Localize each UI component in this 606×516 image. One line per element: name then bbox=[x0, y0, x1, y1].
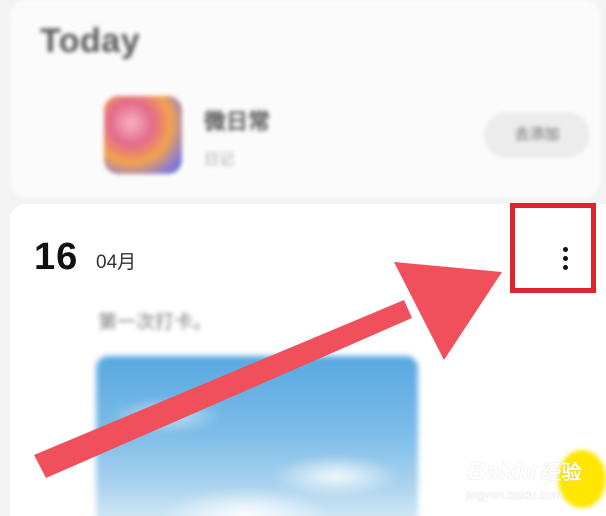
app-icon[interactable] bbox=[104, 96, 182, 174]
today-card: Today 微日常 日记 去添加 bbox=[10, 0, 600, 198]
app-subtitle: 日记 bbox=[204, 151, 235, 168]
more-options-button[interactable] bbox=[540, 236, 590, 282]
more-vertical-icon bbox=[540, 236, 590, 282]
app-action-button[interactable]: 去添加 bbox=[484, 112, 590, 158]
screenshot-canvas: Today 微日常 日记 去添加 16 04月 第一次打卡。 Baidu 经验 j… bbox=[0, 0, 606, 516]
entry-day: 16 bbox=[34, 236, 79, 278]
entry-month: 04月 bbox=[96, 252, 137, 273]
entry-photo[interactable] bbox=[96, 356, 418, 516]
today-title: Today bbox=[40, 22, 141, 60]
entry-text[interactable]: 第一次打卡。 bbox=[98, 307, 212, 334]
app-name: 微日常 bbox=[204, 109, 271, 134]
